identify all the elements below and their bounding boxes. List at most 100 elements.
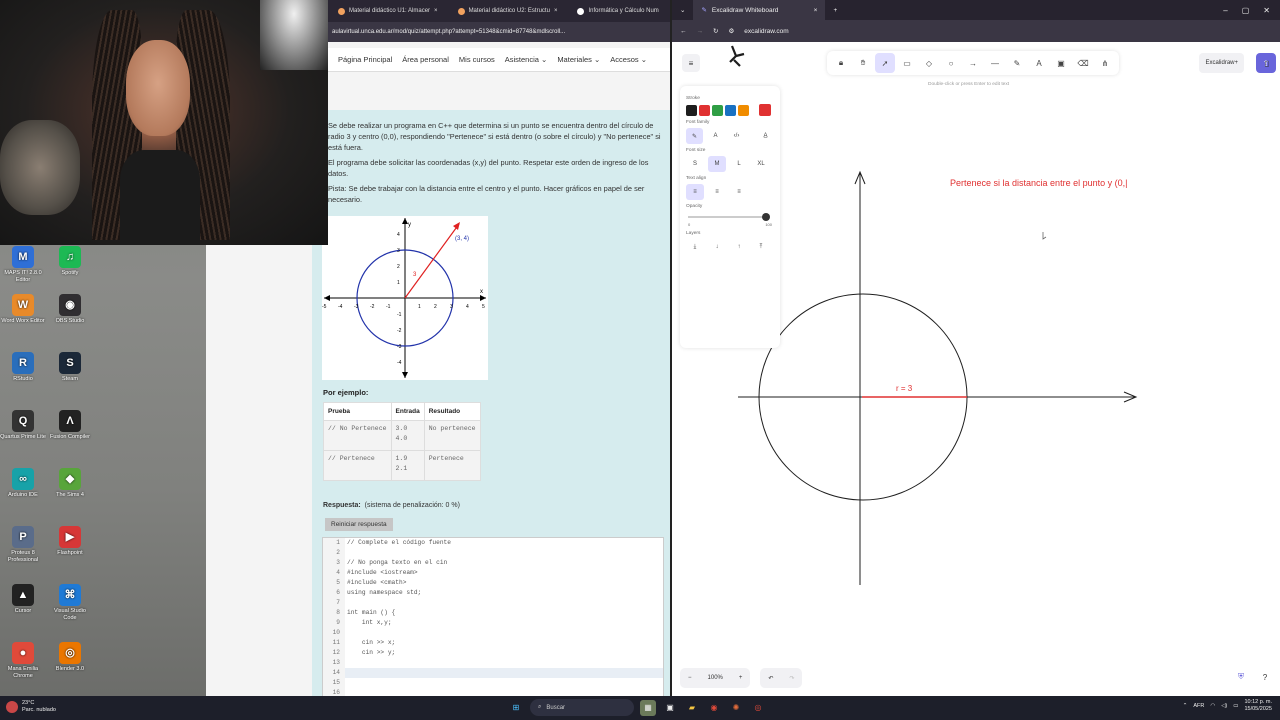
- color-swatch[interactable]: [738, 104, 749, 116]
- color-swatch[interactable]: [699, 104, 710, 116]
- browser-tab[interactable]: Informática y Cálculo Num: [567, 0, 668, 22]
- code-line[interactable]: 3// No ponga texto en el cin: [323, 558, 663, 568]
- browser-tab[interactable]: ✎ Excalidraw Whiteboard ×: [693, 0, 826, 20]
- code-line[interactable]: 13: [323, 658, 663, 668]
- desktop-icon[interactable]: ▲ Cursor: [0, 584, 46, 615]
- nav-access[interactable]: Accesos ⌄: [610, 55, 647, 64]
- desktop-icon[interactable]: S Steam: [47, 352, 93, 383]
- nav-personal-area[interactable]: Área personal: [402, 55, 449, 64]
- reload-icon[interactable]: ↻: [713, 27, 718, 35]
- desktop-icon[interactable]: W Word Worx Editor: [0, 294, 46, 325]
- new-tab-icon[interactable]: +: [825, 7, 845, 14]
- code-font-icon[interactable]: ‹/›: [728, 128, 745, 144]
- back-icon[interactable]: ←: [680, 28, 687, 35]
- widget-icon[interactable]: ▦: [640, 699, 656, 716]
- color-swatch[interactable]: [712, 104, 723, 116]
- normal-font-icon[interactable]: A: [707, 128, 724, 144]
- rectangle-tool-icon[interactable]: ▭: [897, 53, 917, 73]
- desktop-icon[interactable]: ◎ Blender 3.0: [47, 642, 93, 673]
- sidebar-toggle-icon[interactable]: ▯: [1258, 54, 1276, 72]
- tray-chevron-icon[interactable]: ⌃: [1183, 703, 1188, 709]
- minimize-icon[interactable]: –: [1223, 6, 1227, 15]
- forward-icon[interactable]: →: [697, 28, 704, 35]
- search-box[interactable]: ⌕ Buscar: [530, 699, 634, 716]
- code-line[interactable]: 1// Complete el código fuente: [323, 538, 663, 548]
- text-tool-icon[interactable]: A: [1029, 53, 1049, 73]
- reset-answer-button[interactable]: Reiniciar respuesta: [325, 518, 393, 531]
- align-left-icon[interactable]: ≡: [686, 184, 704, 200]
- align-center-icon[interactable]: ≡: [708, 184, 726, 200]
- address-bar[interactable]: aulavirtual.unca.edu.ar/mod/quiz/attempt…: [328, 22, 670, 42]
- browser-tab[interactable]: Material didáctico U2: Estructu ×: [448, 0, 568, 22]
- nav-home[interactable]: Página Principal: [338, 55, 392, 64]
- lock-tool-icon[interactable]: 🔒︎: [831, 53, 851, 73]
- browser-tab[interactable]: Material didáctico U1: Almacer ×: [328, 0, 448, 22]
- code-line[interactable]: 4 #include <iostream>: [323, 568, 663, 578]
- desktop-icon[interactable]: ▶ Flashpoint: [47, 526, 93, 557]
- library-button[interactable]: Excalidraw+: [1199, 53, 1244, 73]
- redo-icon[interactable]: ↷: [781, 675, 802, 682]
- nav-materials[interactable]: Materiales ⌄: [557, 55, 600, 64]
- desktop-icon[interactable]: Q Quartus Prime Lite: [0, 410, 46, 441]
- close-tab-icon[interactable]: ×: [434, 8, 438, 14]
- code-line[interactable]: 10: [323, 628, 663, 638]
- obs-icon[interactable]: ◎: [750, 700, 766, 716]
- task-view-icon[interactable]: ▣: [662, 700, 678, 716]
- scribble-stroke[interactable]: [729, 45, 745, 67]
- align-right-icon[interactable]: ≡: [730, 184, 748, 200]
- desktop-icon[interactable]: ● Mana Emilia Chrome: [0, 642, 46, 680]
- zoom-level[interactable]: 100%: [700, 675, 731, 681]
- canvas-text-editing[interactable]: Pertenece si la distancia entre el punto…: [950, 178, 1127, 188]
- start-icon[interactable]: ⊞: [508, 700, 524, 716]
- main-menu-button[interactable]: ≡: [682, 54, 700, 72]
- code-line[interactable]: 6 using namespace std;: [323, 588, 663, 598]
- code-line[interactable]: 2: [323, 548, 663, 558]
- brave-icon[interactable]: ✺: [728, 700, 744, 716]
- desktop-icon[interactable]: P Proteus 8 Professional: [0, 526, 46, 564]
- desktop-icon[interactable]: ◉ OBS Studio: [47, 294, 93, 325]
- battery-icon[interactable]: ▭: [1233, 703, 1238, 709]
- maximize-icon[interactable]: ▢: [1242, 6, 1250, 15]
- code-editor[interactable]: 1// Complete el código fuente 2 3// No pon…: [322, 537, 664, 696]
- font-size-s[interactable]: S: [686, 156, 704, 172]
- eraser-tool-icon[interactable]: ⌫: [1073, 53, 1093, 73]
- tab-menu-icon[interactable]: ⌄: [672, 6, 693, 14]
- nav-attendance[interactable]: Asistencia ⌄: [505, 55, 548, 64]
- send-backward-icon[interactable]: ↓: [708, 239, 726, 255]
- desktop-icon[interactable]: ⌘ Visual Studio Code: [47, 584, 93, 622]
- language-indicator[interactable]: AFR: [1193, 703, 1204, 709]
- site-info-icon[interactable]: ⚙: [728, 27, 734, 35]
- opacity-knob[interactable]: [762, 213, 770, 221]
- clock[interactable]: 10:12 p. m. 15/05/2025: [1244, 699, 1272, 713]
- excalidraw-canvas[interactable]: r = 3 Pertenece si la distancia entre el…: [672, 42, 1280, 696]
- code-line[interactable]: 5 #include <cmath>: [323, 578, 663, 588]
- desktop-icon[interactable]: R RStudio: [0, 352, 46, 383]
- weather-widget[interactable]: 23°C Parc. nublado: [6, 700, 56, 714]
- radius-text[interactable]: r = 3: [896, 384, 913, 393]
- code-line[interactable]: 8 int main () {: [323, 608, 663, 618]
- desktop-icon[interactable]: M MAPS IT! 2.8.0 Editor: [0, 246, 46, 284]
- code-line[interactable]: 16: [323, 688, 663, 696]
- font-size-m[interactable]: M: [708, 156, 726, 172]
- hand-drawn-font-icon[interactable]: ✎: [686, 128, 703, 144]
- current-color-swatch[interactable]: [759, 104, 771, 116]
- draw-tool-icon[interactable]: ✎: [1007, 53, 1027, 73]
- opacity-slider[interactable]: [686, 212, 774, 222]
- diamond-tool-icon[interactable]: ◇: [919, 53, 939, 73]
- volume-icon[interactable]: ◁): [1221, 703, 1227, 709]
- close-window-icon[interactable]: ✕: [1263, 6, 1270, 15]
- code-line[interactable]: 12 cin >> y;: [323, 648, 663, 658]
- arrow-tool-icon[interactable]: →: [963, 53, 983, 73]
- color-swatch[interactable]: [686, 104, 697, 116]
- selection-tool-icon[interactable]: ➚: [875, 53, 895, 73]
- more-tools-icon[interactable]: ⋔: [1095, 53, 1115, 73]
- hand-tool-icon[interactable]: ✋︎: [853, 53, 873, 73]
- send-to-back-icon[interactable]: ⤓: [686, 239, 704, 255]
- code-line[interactable]: 11 cin >> x;: [323, 638, 663, 648]
- close-tab-icon[interactable]: ×: [814, 7, 818, 14]
- code-line[interactable]: 7: [323, 598, 663, 608]
- desktop-icon[interactable]: ♫ Spotify: [47, 246, 93, 277]
- font-size-xl[interactable]: XL: [752, 156, 770, 172]
- desktop-icon[interactable]: ∞ Arduino IDE: [0, 468, 46, 499]
- bring-to-front-icon[interactable]: ⤒: [752, 239, 770, 255]
